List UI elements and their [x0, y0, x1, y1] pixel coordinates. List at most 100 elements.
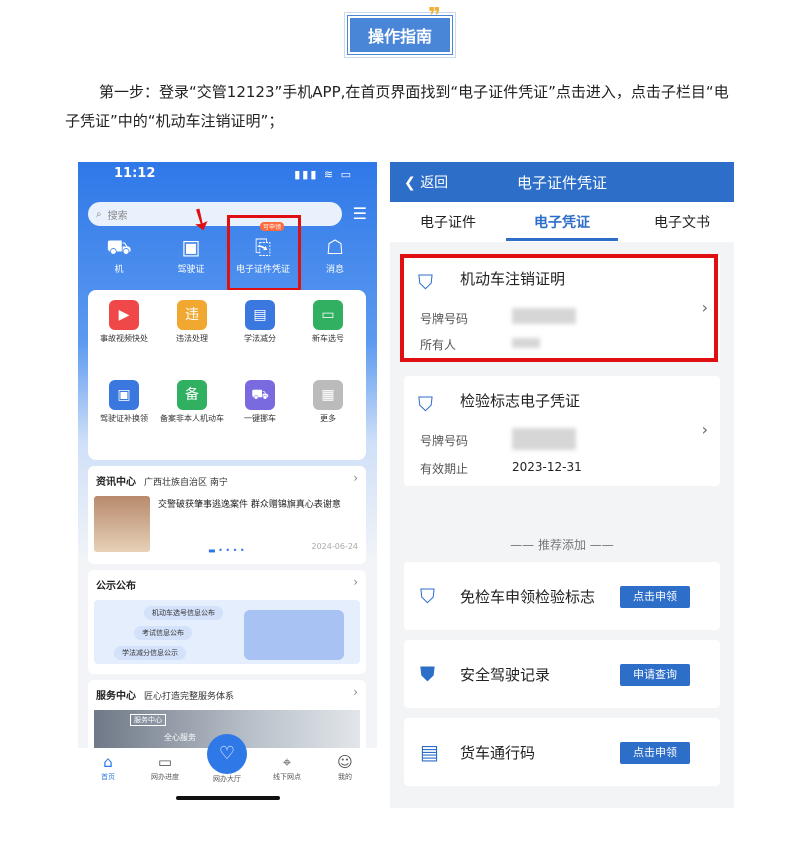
- new-plate-icon: ▭: [313, 300, 343, 330]
- tab-e-document[interactable]: 电子文书: [654, 212, 710, 232]
- violation-icon: 违: [177, 300, 207, 330]
- search-icon: ⌕: [96, 208, 102, 220]
- voucher-name: 检验标志电子凭证: [460, 392, 581, 410]
- hall-icon[interactable]: ♡: [207, 734, 247, 774]
- service-tag: 服务中心: [130, 714, 166, 726]
- recommend-heading: —— 推荐添加 ——: [510, 538, 614, 552]
- instruction-text: 第一步：登录“交管12123”手机APP,在首页界面找到“电子证件凭证”点击进入…: [65, 78, 735, 136]
- recommend-item: ⛊ 安全驾驶记录 申请查询: [404, 640, 720, 708]
- news-thumbnail: [94, 496, 150, 552]
- service-label: 驾驶证补换领: [100, 414, 148, 423]
- menu-icon[interactable]: ☰: [353, 204, 367, 223]
- service-item[interactable]: ▤ 学法减分: [226, 300, 294, 344]
- user-icon: ☺: [337, 753, 353, 771]
- news-title: 资讯中心: [96, 477, 136, 488]
- top-icon-license[interactable]: ▣ 驾驶证: [156, 234, 226, 275]
- service-center-title: 服务中心: [96, 691, 136, 702]
- car-icon: ⛟: [106, 235, 132, 259]
- license-renew-icon: ▣: [109, 380, 139, 410]
- query-button[interactable]: 申请查询: [620, 664, 690, 686]
- notice-pill[interactable]: 学法减分信息公示: [114, 646, 186, 660]
- tab-label: 网办大厅: [213, 775, 241, 783]
- top-icon-label: 机: [114, 265, 124, 275]
- field-value: 2023-12-31: [512, 460, 582, 474]
- chevron-right-icon: ›: [353, 575, 358, 589]
- news-region: 广西壮族自治区 南宁: [144, 478, 228, 488]
- truck-code-icon: ▤: [420, 740, 439, 764]
- shield-cert-icon: ⛉: [418, 392, 433, 416]
- service-item[interactable]: 违违法处理: [158, 300, 226, 344]
- chevron-right-icon: ›: [353, 685, 358, 699]
- service-label: 备案非本人机动车: [160, 414, 224, 423]
- service-label: 更多: [320, 414, 336, 423]
- service-item[interactable]: ▭ 新车选号: [294, 300, 362, 344]
- quote-icon: ❞: [428, 4, 441, 29]
- move-car-icon: ⛟: [245, 380, 275, 410]
- news-headline: 交警破获肇事逃逸案件 群众赠锦旗真心表谢意: [158, 500, 341, 510]
- service-item[interactable]: ▣ 驾驶证补换领: [90, 380, 158, 424]
- right-phone-screenshot: ❮ 返回 电子证件凭证 电子证件 电子凭证 电子文书 ⛉ 机动车注销证明 号牌号…: [390, 162, 734, 808]
- recommend-item: ▤ 货车通行码 点击申领: [404, 718, 720, 786]
- tab-e-cert[interactable]: 电子证件: [420, 212, 476, 232]
- service-item[interactable]: 备备案非本人机动车: [158, 380, 226, 424]
- home-icon: ⌂: [103, 753, 113, 771]
- top-icon-label: 消息: [325, 265, 344, 275]
- highlight-box: [227, 215, 301, 291]
- service-label: 事故视频快处: [100, 334, 148, 343]
- record-icon: 备: [177, 380, 207, 410]
- news-card[interactable]: 资讯中心 广西壮族自治区 南宁 › 交警破获肇事逃逸案件 群众赠锦旗真心表谢意 ▬…: [88, 466, 366, 564]
- nav-bar: ❮ 返回 电子证件凭证: [390, 162, 734, 202]
- service-sub: 全心服务: [164, 733, 196, 742]
- shield-cert-icon: ⛉: [420, 584, 435, 608]
- shield-check-icon: ⛊: [420, 662, 435, 686]
- tab-label: 我的: [338, 773, 352, 781]
- voucher-card[interactable]: ⛉ 检验标志电子凭证 号牌号码 有效期止 2023-12-31 ›: [404, 376, 720, 486]
- tab-mine[interactable]: ☺ 我的: [320, 752, 370, 782]
- notice-title: 公示公布: [96, 581, 136, 592]
- tab-progress[interactable]: ▭ 网办进度: [140, 752, 190, 782]
- recommend-name: 货车通行码: [460, 744, 536, 762]
- instruction-body: 第一步：登录“交管12123”手机APP,在首页界面找到“电子证件凭证”点击进入…: [65, 83, 729, 130]
- service-label: 一键挪车: [244, 414, 276, 423]
- status-time: 11:12: [114, 166, 156, 181]
- service-item[interactable]: ▶ 事故视频快处: [90, 300, 158, 344]
- status-icons: ▮▮▮ ≋ ▭: [294, 168, 353, 181]
- more-icon: ▦: [313, 380, 343, 410]
- service-label: 新车选号: [312, 334, 344, 343]
- service-grid: ▶ 事故视频快处 违违法处理 ▤ 学法减分 ▭ 新车选号 ▣ 驾驶证补换领 备备案非本人…: [88, 290, 366, 460]
- recommend-name: 免检车申领检验标志: [460, 588, 596, 606]
- tab-label: 线下网点: [273, 773, 301, 781]
- top-icon-car[interactable]: ⛟ 机: [84, 234, 154, 275]
- notice-card[interactable]: 公示公布 › 机动车选号信息公布 考试信息公布 学法减分信息公示: [88, 570, 366, 674]
- nav-title: 电子证件凭证: [516, 174, 607, 192]
- tab-home[interactable]: ⌂ 首页: [83, 752, 133, 782]
- apply-button[interactable]: 点击申领: [620, 586, 690, 608]
- service-label: 学法减分: [244, 334, 276, 343]
- recommend-item: ⛉ 免检车申领检验标志 点击申领: [404, 562, 720, 630]
- tab-underline: [506, 238, 618, 241]
- tab-hall[interactable]: 网办大厅: [202, 774, 252, 784]
- notice-pill[interactable]: 机动车选号信息公布: [144, 606, 223, 620]
- tab-label: 首页: [101, 773, 115, 781]
- chevron-right-icon: ›: [353, 471, 358, 485]
- notice-banner: 机动车选号信息公布 考试信息公布 学法减分信息公示: [94, 600, 360, 664]
- top-icon-message[interactable]: ☖ 消息: [300, 234, 370, 275]
- carousel-dots: ▬ • • • •: [208, 546, 245, 555]
- illustration-icon: [244, 610, 344, 660]
- tab-offline[interactable]: ⌖ 线下网点: [262, 752, 312, 782]
- book-icon: ▤: [245, 300, 275, 330]
- recommend-name: 安全驾驶记录: [460, 666, 551, 684]
- left-phone-screenshot: 11:12 ▮▮▮ ≋ ▭ ⌕ 搜索 ☰ ⛟ 机 ▣ 驾驶证 ⎘ 电子证件凭证 ☖ 消息 …: [78, 162, 377, 808]
- tab-e-voucher[interactable]: 电子凭证: [534, 212, 590, 232]
- notice-pill[interactable]: 考试信息公布: [134, 626, 192, 640]
- field-label: 有效期止: [420, 462, 469, 476]
- field-label: 号牌号码: [420, 434, 469, 448]
- top-icon-label: 驾驶证: [177, 265, 205, 275]
- search-placeholder: 搜索: [107, 210, 128, 222]
- service-item[interactable]: ▦ 更多: [294, 380, 362, 424]
- service-center-subtitle: 匠心打造完整服务体系: [144, 692, 235, 702]
- service-item[interactable]: ⛟ 一键挪车: [226, 380, 294, 424]
- news-date: 2024-06-24: [311, 542, 359, 551]
- tab-label: 网办进度: [151, 773, 179, 781]
- apply-button[interactable]: 点击申领: [620, 742, 690, 764]
